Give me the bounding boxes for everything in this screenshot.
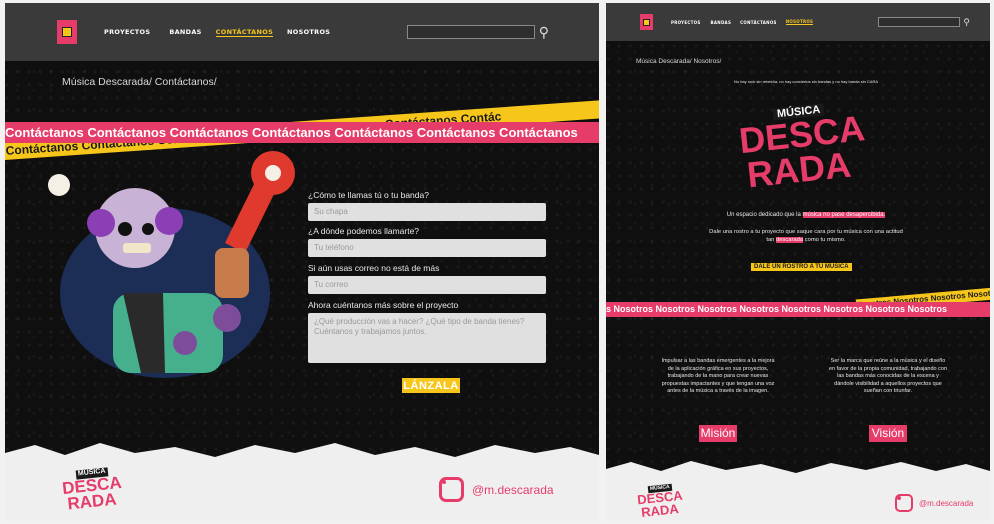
instagram-link[interactable]: @m.descarada (895, 494, 973, 512)
search-icon[interactable]: ⚲ (539, 24, 549, 41)
logo[interactable] (640, 14, 653, 30)
email-field[interactable]: Tu correo (308, 276, 546, 294)
zombie-guitar-illustration (48, 151, 295, 378)
nav-item-proyectos[interactable]: PROYECTOS (671, 20, 701, 25)
nosotros-page-panel: PROYECTOS BANDAS CONTÁCTANOS NOSOTROS ⚲ … (606, 3, 990, 521)
logo[interactable] (57, 20, 77, 44)
nav-item-bandas[interactable]: BANDAS (711, 20, 732, 25)
nav-item-contactanos[interactable]: CONTÁCTANOS (740, 20, 777, 25)
navbar: PROYECTOS BANDAS CONTÁCTANOS NOSOTROS ⚲ (5, 3, 599, 61)
marquee-band-pink: Contáctanos Contáctanos Contáctanos Cont… (5, 122, 599, 143)
breadcrumb: Música Descarada/ Contáctanos/ (62, 76, 217, 88)
tagline: Un espacio dedicado que la música no pas… (676, 212, 936, 218)
search: ⚲ (878, 17, 970, 28)
description-highlight: descarada (776, 237, 804, 243)
nav-item-contactanos[interactable]: CONTÁCTANOS (215, 28, 274, 37)
nav-item-proyectos[interactable]: PROYECTOS (104, 28, 150, 36)
footer-logo: MÚSICA DESCA RADA (634, 477, 686, 519)
instagram-link[interactable]: @m.descarada (439, 477, 554, 502)
vision-text: Ser la marca que reúne a la música y el … (828, 358, 948, 394)
description-suffix: como tu mismo. (804, 237, 846, 243)
contact-page-panel: PROYECTOS BANDAS CONTÁCTANOS NOSOTROS ⚲ … (5, 3, 599, 521)
main-logo: MÚSICA DESCA RADA (737, 103, 867, 195)
nav-item-nosotros[interactable]: NOSOTROS (287, 28, 330, 36)
email-label: Si aún usas correo no está de más (308, 263, 440, 273)
breadcrumb: Música Descarada/ Nosotros/ (636, 58, 722, 65)
search-input[interactable] (878, 17, 961, 27)
instagram-handle: @m.descarada (919, 498, 974, 508)
tagline-prefix: Un espacio dedicado que la (726, 212, 801, 218)
vision-label: Visión (869, 425, 907, 442)
instagram-handle: @m.descarada (472, 482, 554, 497)
navbar: PROYECTOS BANDAS CONTÁCTANOS NOSOTROS ⚲ (606, 3, 990, 41)
project-textarea[interactable]: ¿Qué producción vas a hacer? ¿Qué tipo d… (308, 313, 546, 363)
logo-mark (643, 18, 650, 26)
marquee-band-pink: s Nosotros Nosotros Nosotros Nosotros No… (606, 302, 990, 317)
search-icon[interactable]: ⚲ (963, 17, 970, 28)
instagram-icon (439, 477, 464, 502)
name-field[interactable]: Su chapa (308, 203, 546, 221)
main-logo-bot: RADA (745, 143, 853, 195)
mision-text: Impulsar a las bandas emergentes a la me… (661, 358, 775, 394)
cta-button[interactable]: DALE UN ROSTRO A TU MÚSICA (751, 263, 852, 271)
intro-text: No hay rock sin rebeldía, no hay concier… (733, 79, 879, 84)
torn-edge (606, 461, 990, 479)
phone-label: ¿A dónde podemos llamarte? (308, 226, 420, 236)
search-input[interactable] (406, 25, 535, 39)
mision-label: Misión (699, 425, 737, 442)
submit-button[interactable]: LÁNZALA (402, 378, 460, 393)
nav-item-nosotros[interactable]: NOSOTROS (785, 19, 814, 25)
logo-mark (62, 27, 72, 37)
instagram-icon (895, 494, 913, 512)
description: Dale una rostro a tu proyecto que saque … (706, 228, 906, 244)
nav-item-bandas[interactable]: BANDAS (169, 28, 201, 36)
phone-field[interactable]: Tu teléfono (308, 239, 546, 257)
search: ⚲ (406, 24, 549, 41)
tagline-highlight: música no pase desapercibida. (802, 212, 886, 218)
footer-logo: MÚSICA DESCA RADA (57, 462, 127, 513)
name-label: ¿Cómo te llamas tú o tu banda? (308, 190, 429, 200)
project-label: Ahora cuéntanos más sobre el proyecto (308, 300, 459, 310)
